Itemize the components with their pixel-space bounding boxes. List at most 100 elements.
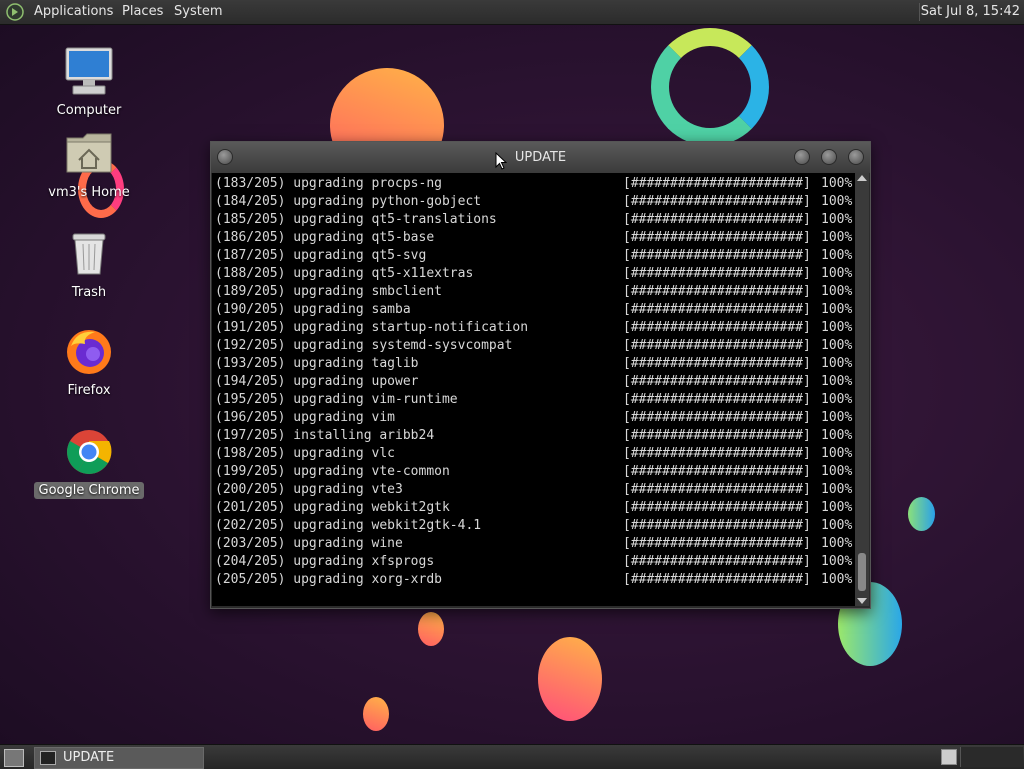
progress-percent: 100% (821, 410, 853, 425)
progress-bar-text: [######################] (623, 338, 811, 353)
progress-percent: 100% (821, 230, 853, 245)
terminal-line-message: (200/205) upgrading vte3 (215, 482, 403, 497)
desktop-icon-label: Google Chrome (34, 482, 144, 499)
progress-percent: 100% (821, 302, 853, 317)
desktop-icon-home[interactable]: vm3's Home (34, 128, 144, 201)
clock[interactable]: Sat Jul 8, 15:42 (921, 4, 1020, 19)
terminal-line-message: (187/205) upgrading qt5-svg (215, 248, 427, 263)
home-folder-icon (63, 128, 115, 180)
places-menu[interactable]: Places (122, 4, 163, 19)
progress-percent: 100% (821, 572, 853, 587)
progress-percent: 100% (821, 194, 853, 209)
terminal-line-message: (185/205) upgrading qt5-translations (215, 212, 497, 227)
system-menu[interactable]: System (174, 4, 222, 19)
window-titlebar[interactable]: UPDATE (211, 142, 870, 173)
bottom-panel: UPDATE (0, 744, 1024, 769)
firefox-icon (63, 326, 115, 378)
applications-menu[interactable]: Applications (34, 4, 113, 19)
progress-percent: 100% (821, 554, 853, 569)
terminal-line-message: (183/205) upgrading procps-ng (215, 176, 442, 191)
progress-bar-text: [######################] (623, 356, 811, 371)
terminal-line-message: (192/205) upgrading systemd-sysvcompat (215, 338, 513, 353)
update-window[interactable]: UPDATE (183/205) upgrading procps-ng [###… (210, 141, 871, 609)
progress-bar-text: [######################] (623, 212, 811, 227)
decor-pink-oval (538, 637, 602, 721)
terminal-line-message: (194/205) upgrading upower (215, 374, 419, 389)
progress-percent: 100% (821, 320, 853, 335)
computer-icon (63, 46, 115, 98)
progress-bar-text: [######################] (623, 446, 811, 461)
decor-ring (651, 28, 769, 146)
terminal-line-message: (195/205) upgrading vim-runtime (215, 392, 458, 407)
maximize-button[interactable] (821, 149, 837, 165)
decor-tiny-orange (363, 697, 389, 731)
terminal-line-message: (186/205) upgrading qt5-base (215, 230, 435, 245)
scroll-up-arrow-icon[interactable] (857, 175, 867, 181)
workspace-switcher-icon[interactable] (941, 749, 957, 765)
desktop-icon-trash[interactable]: Trash (34, 228, 144, 301)
desktop-icon-label: Trash (71, 285, 107, 300)
desktop-icon-firefox[interactable]: Firefox (34, 326, 144, 399)
desktop-icon-label: Firefox (67, 383, 111, 398)
mouse-cursor-icon (495, 152, 507, 170)
progress-percent: 100% (821, 266, 853, 281)
terminal-line-message: (188/205) upgrading qt5-x11extras (215, 266, 474, 281)
desktop-icon-label: Computer (56, 103, 122, 118)
progress-bar-text: [######################] (623, 392, 811, 407)
terminal-scrollbar[interactable] (855, 173, 869, 606)
terminal-line-message: (197/205) installing aribb24 (215, 428, 435, 443)
terminal-line-message: (201/205) upgrading webkit2gtk (215, 500, 450, 515)
trash-icon (63, 228, 115, 280)
window-menu-button[interactable] (217, 149, 233, 165)
progress-bar-text: [######################] (623, 554, 811, 569)
minimize-button[interactable] (794, 149, 810, 165)
desktop-icon-computer[interactable]: Computer (34, 46, 144, 119)
progress-percent: 100% (821, 374, 853, 389)
progress-bar-text: [######################] (623, 536, 811, 551)
terminal-line-message: (196/205) upgrading vim (215, 410, 396, 425)
scroll-thumb[interactable] (858, 553, 866, 591)
desktop-icon-chrome[interactable]: Google Chrome (34, 426, 144, 499)
progress-bar-text: [######################] (623, 248, 811, 263)
progress-bar-text: [######################] (623, 320, 811, 335)
distro-logo-icon[interactable] (6, 3, 24, 21)
progress-bar-text: [######################] (623, 464, 811, 479)
decor-small-orange (418, 612, 444, 646)
top-panel: Applications Places System Sat Jul 8, 15… (0, 0, 1024, 25)
terminal-output[interactable]: (183/205) upgrading procps-ng [##########… (212, 173, 855, 606)
progress-percent: 100% (821, 446, 853, 461)
terminal-line-message: (190/205) upgrading samba (215, 302, 411, 317)
terminal-line-message: (184/205) upgrading python-gobject (215, 194, 482, 209)
progress-bar-text: [######################] (623, 266, 811, 281)
progress-bar-text: [######################] (623, 482, 811, 497)
taskbar-item-label: UPDATE (63, 750, 115, 765)
terminal-line-message: (199/205) upgrading vte-common (215, 464, 450, 479)
progress-bar-text: [######################] (623, 194, 811, 209)
terminal-line-message: (202/205) upgrading webkit2gtk-4.1 (215, 518, 482, 533)
terminal-icon (40, 751, 56, 765)
terminal-line-message: (205/205) upgrading xorg-xrdb (215, 572, 442, 587)
decor-blue-oval (908, 497, 935, 531)
progress-percent: 100% (821, 500, 853, 515)
progress-bar-text: [######################] (623, 428, 811, 443)
chrome-icon (63, 426, 115, 478)
progress-percent: 100% (821, 176, 853, 191)
progress-bar-text: [######################] (623, 500, 811, 515)
progress-percent: 100% (821, 212, 853, 227)
progress-percent: 100% (821, 248, 853, 263)
progress-bar-text: [######################] (623, 518, 811, 533)
progress-bar-text: [######################] (623, 302, 811, 317)
progress-bar-text: [######################] (623, 230, 811, 245)
desktop-icon-label: vm3's Home (48, 185, 130, 200)
progress-percent: 100% (821, 464, 853, 479)
scroll-down-arrow-icon[interactable] (857, 598, 867, 604)
progress-percent: 100% (821, 356, 853, 371)
workspace-area[interactable] (960, 747, 1023, 767)
progress-percent: 100% (821, 518, 853, 533)
close-button[interactable] (848, 149, 864, 165)
taskbar-item-update[interactable]: UPDATE (34, 747, 204, 769)
progress-bar-text: [######################] (623, 176, 811, 191)
progress-percent: 100% (821, 482, 853, 497)
show-desktop-icon[interactable] (4, 749, 24, 767)
progress-percent: 100% (821, 536, 853, 551)
